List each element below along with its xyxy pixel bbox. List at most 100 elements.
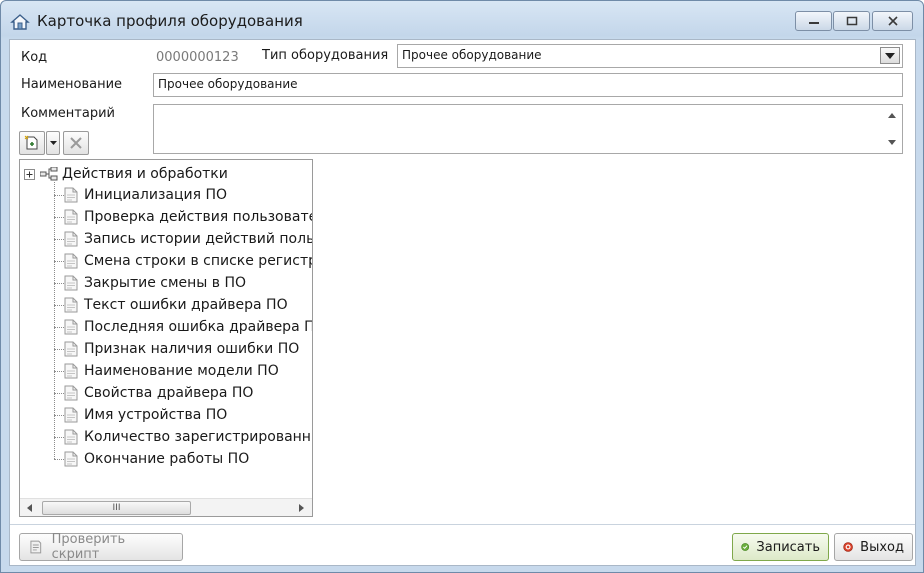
- save-button[interactable]: Записать: [732, 533, 829, 561]
- scroll-right-icon[interactable]: [299, 504, 304, 512]
- check-icon: [741, 543, 750, 551]
- delete-icon: [70, 137, 82, 149]
- document-icon: [64, 363, 78, 379]
- document-icon: [64, 319, 78, 335]
- check-script-button[interactable]: Проверить скрипт: [19, 532, 183, 562]
- form-body: Код 0000000123 Тип оборудования Прочее о…: [9, 39, 916, 566]
- tree-root-label: Действия и обработки: [62, 166, 228, 182]
- name-field[interactable]: Прочее оборудование: [153, 73, 903, 97]
- document-icon: [64, 253, 78, 269]
- tree-item[interactable]: Смена строки в списке регистра: [64, 250, 313, 272]
- tree-item-label: Имя устройства ПО: [84, 407, 228, 423]
- tree-item[interactable]: Окончание работы ПО: [64, 448, 249, 470]
- tree-item-label: Окончание работы ПО: [84, 451, 250, 467]
- add-dropdown-button[interactable]: [46, 131, 60, 155]
- tree-connector-branch: [54, 437, 64, 438]
- maximize-icon: [846, 16, 857, 26]
- equipment-type-select[interactable]: Прочее оборудование: [397, 44, 903, 68]
- footer-divider: [10, 524, 915, 525]
- chevron-down-icon: [885, 52, 895, 59]
- tree-item[interactable]: Закрытие смены в ПО: [64, 272, 246, 294]
- tree-connector: [54, 182, 55, 459]
- tree-item[interactable]: Имя устройства ПО: [64, 404, 227, 426]
- type-label: Тип оборудования: [262, 48, 389, 63]
- tree-item[interactable]: Текст ошибки драйвера ПО: [64, 294, 288, 316]
- chevron-down-icon: [49, 141, 57, 145]
- document-icon: [64, 209, 78, 225]
- script-icon: [30, 540, 42, 554]
- tree-connector-branch: [54, 393, 64, 394]
- tree-item[interactable]: Наименование модели ПО: [64, 360, 279, 382]
- name-label: Наименование: [21, 77, 123, 92]
- tree-item-label: Закрытие смены в ПО: [84, 275, 247, 291]
- tree-connector-branch: [54, 239, 64, 240]
- document-icon: [64, 429, 78, 445]
- home-icon: [10, 14, 30, 30]
- scroll-thumb[interactable]: III: [42, 501, 191, 515]
- document-icon: [64, 297, 78, 313]
- code-value: 0000000123: [156, 50, 239, 65]
- tree-item[interactable]: Запись истории действий польз: [64, 228, 313, 250]
- expand-icon[interactable]: [24, 168, 35, 180]
- window: Карточка профиля оборудования Код 000000…: [0, 0, 924, 573]
- comment-field[interactable]: [153, 104, 903, 154]
- tree-item-label: Смена строки в списке регистра: [84, 253, 313, 269]
- window-title: Карточка профиля оборудования: [37, 12, 303, 30]
- equipment-type-value: Прочее оборудование: [402, 48, 542, 62]
- tree-item-label: Наименование модели ПО: [84, 363, 279, 379]
- document-icon: [64, 231, 78, 247]
- exit-icon: [843, 542, 853, 552]
- document-icon: [64, 385, 78, 401]
- exit-button[interactable]: Выход: [834, 533, 913, 561]
- comment-label: Комментарий: [21, 106, 115, 121]
- close-icon: [887, 16, 898, 26]
- tree-item-label: Последняя ошибка драйвера ПО: [84, 319, 313, 335]
- add-button[interactable]: [19, 131, 45, 155]
- title-bar: Карточка профиля оборудования: [1, 1, 923, 39]
- tree-item-label: Количество зарегистрированны: [84, 429, 313, 445]
- comment-scrollbar[interactable]: [884, 105, 902, 153]
- name-value: Прочее оборудование: [158, 77, 298, 91]
- tree-item-label: Свойства драйвера ПО: [84, 385, 254, 401]
- tree-connector-branch: [54, 327, 64, 328]
- delete-button[interactable]: [63, 131, 89, 155]
- exit-label: Выход: [860, 539, 904, 555]
- code-label: Код: [21, 50, 48, 65]
- scroll-grip: III: [112, 503, 121, 513]
- scroll-up-icon[interactable]: [888, 113, 896, 118]
- tree-item[interactable]: Свойства драйвера ПО: [64, 382, 253, 404]
- tree-connector-branch: [54, 371, 64, 372]
- hierarchy-icon: [40, 167, 58, 181]
- scroll-left-icon[interactable]: [27, 504, 32, 512]
- horizontal-scrollbar[interactable]: III: [20, 498, 312, 516]
- maximize-button[interactable]: [833, 11, 870, 31]
- tree-connector-branch: [54, 261, 64, 262]
- document-icon: [64, 275, 78, 291]
- tree-item[interactable]: Последняя ошибка драйвера ПО: [64, 316, 313, 338]
- tree-item[interactable]: Инициализация ПО: [64, 184, 227, 206]
- document-icon: [64, 451, 78, 467]
- tree-connector-branch: [54, 349, 64, 350]
- minimize-icon: [808, 22, 819, 24]
- save-label: Записать: [756, 539, 820, 555]
- actions-tree[interactable]: Действия и обработки Инициализация ПО Про…: [19, 159, 313, 517]
- tree-connector-branch: [54, 415, 64, 416]
- tree-item-label: Проверка действия пользовател: [84, 209, 313, 225]
- document-icon: [64, 341, 78, 357]
- tree-connector-branch: [54, 217, 64, 218]
- close-button[interactable]: [872, 11, 913, 31]
- tree-item[interactable]: Признак наличия ошибки ПО: [64, 338, 299, 360]
- tree-item[interactable]: Проверка действия пользовател: [64, 206, 313, 228]
- scroll-down-icon[interactable]: [888, 140, 896, 145]
- tree-item[interactable]: Количество зарегистрированны: [64, 426, 313, 448]
- check-script-label: Проверить скрипт: [51, 532, 126, 562]
- document-icon: [64, 407, 78, 423]
- tree-connector-branch: [54, 459, 64, 460]
- tree-connector-branch: [54, 305, 64, 306]
- tree-item-label: Запись истории действий польз: [84, 231, 313, 247]
- tree-item-label: Инициализация ПО: [84, 187, 228, 203]
- type-dropdown-button[interactable]: [880, 47, 900, 64]
- add-page-icon: [24, 135, 38, 150]
- minimize-button[interactable]: [795, 11, 832, 31]
- tree-root[interactable]: Действия и обработки: [24, 164, 228, 184]
